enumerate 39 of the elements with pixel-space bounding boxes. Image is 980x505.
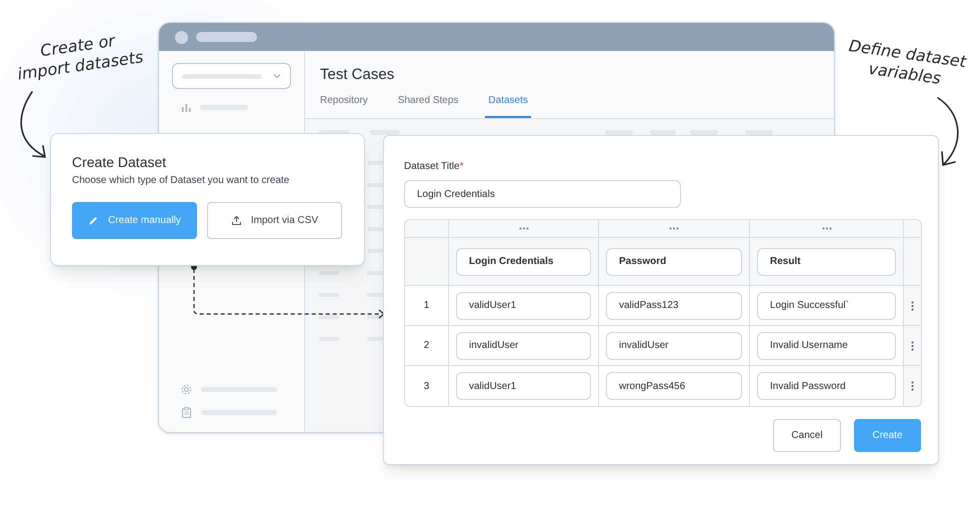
cell-input[interactable]: Invalid Password [757,372,896,400]
more-icon[interactable] [822,227,832,230]
gear-icon[interactable] [181,384,192,395]
chevron-down-icon [273,73,281,79]
kebab-menu-icon[interactable] [911,300,914,310]
cell-input[interactable]: wrongPass456 [606,372,742,400]
cell-input[interactable]: Invalid Username [757,332,896,360]
kebab-menu-icon[interactable] [911,381,914,391]
row-number: 1 [424,299,430,313]
cell-input[interactable]: validPass123 [606,292,742,320]
row-number: 2 [424,339,430,353]
clipboard-icon[interactable] [181,407,192,418]
dialog-title: Create Dataset [72,153,168,171]
curved-arrow-icon [937,97,959,166]
more-icon[interactable] [518,227,528,230]
pencil-icon [88,215,100,226]
cell-input[interactable]: invalidUser [456,332,591,360]
project-dropdown[interactable] [172,63,291,89]
input-field[interactable]: Login Credentials [404,180,681,208]
column-name-field[interactable]: Login Credentials [456,248,591,276]
cell-input[interactable]: validUser1 [456,292,591,320]
kebab-menu-icon[interactable] [911,340,914,350]
field-label: Dataset Title* [404,160,464,173]
import-button[interactable]: Import via CSV [207,202,342,239]
tab[interactable]: Shared Steps [394,94,462,118]
cell-input[interactable]: validUser1 [456,372,591,400]
tab[interactable]: Repository [317,94,371,118]
upload-icon [230,215,242,226]
more-icon[interactable] [669,227,679,230]
cell-input[interactable]: Login Successful` [757,292,896,320]
column-name-field[interactable]: Result [757,248,896,276]
dialog-subtitle: Choose which type of Dataset you want to create [72,174,290,188]
column-name-field[interactable]: Password [606,248,742,276]
row-number: 3 [424,380,430,394]
bar-chart-icon[interactable] [182,103,191,112]
cancel-button[interactable]: Cancel [773,419,841,452]
cell-input[interactable]: invalidUser [606,332,742,360]
curved-arrow-icon [20,91,46,158]
page-title: Test Cases [320,65,396,85]
